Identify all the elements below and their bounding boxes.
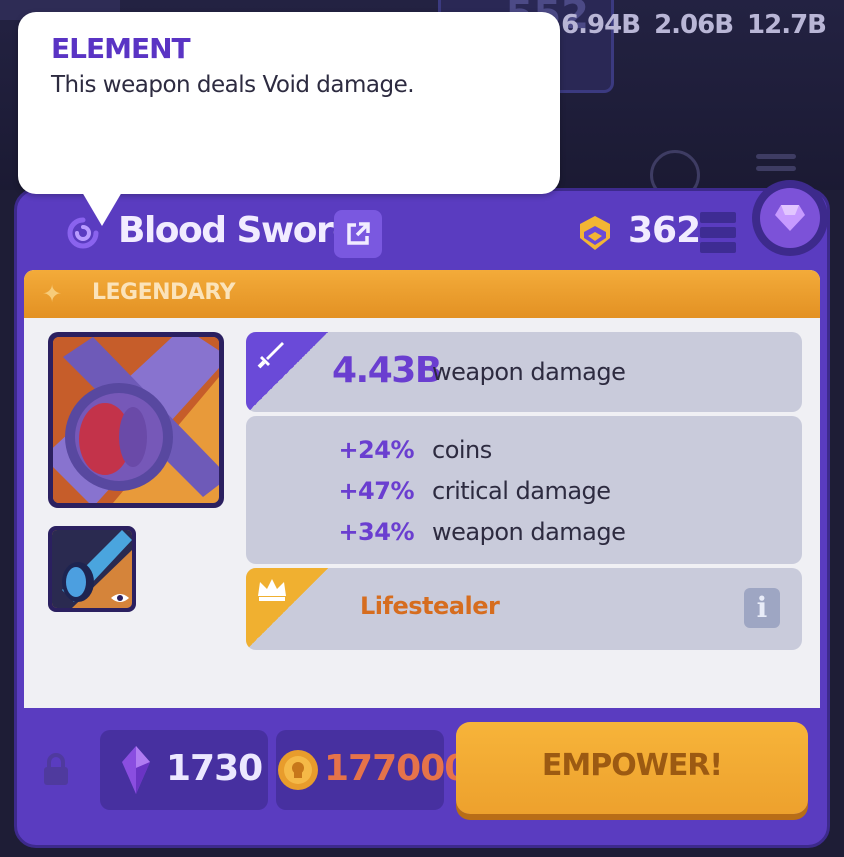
perk-name: Lifestealer: [360, 592, 500, 620]
crown-icon: [258, 579, 286, 601]
perk-box: Lifestealer i: [246, 568, 802, 650]
modifier-label: coins: [432, 436, 492, 464]
eye-icon: [111, 594, 129, 602]
top-stat-3: 12.7B: [747, 10, 827, 40]
info-icon[interactable]: i: [744, 588, 780, 628]
coin-cost: 177000: [276, 730, 469, 810]
modifiers-box: +24% coins +47% critical damage +34% wea…: [246, 416, 802, 564]
weapon-image[interactable]: [48, 332, 224, 508]
modifier-value: +34%: [338, 518, 414, 546]
weapon-skin-thumbnail[interactable]: [48, 526, 136, 612]
rarity-banner: ✦ LEGENDARY: [24, 270, 820, 318]
element-tooltip: ELEMENT This weapon deals Void damage.: [18, 12, 560, 226]
power-shield-icon: [578, 214, 612, 252]
empower-button[interactable]: EMPOWER!: [456, 722, 808, 814]
modifier-row: +47% critical damage: [246, 473, 802, 513]
rarity-label: LEGENDARY: [92, 280, 236, 305]
external-link-icon: [347, 222, 370, 245]
damage-label: weapon damage: [432, 358, 626, 386]
tooltip-text: This weapon deals Void damage.: [51, 72, 415, 98]
gem-icon: [775, 205, 805, 231]
gold-coin-icon: [278, 750, 318, 790]
weapon-power: 362: [628, 210, 701, 251]
coin-cost-value: 177000: [324, 748, 469, 789]
modifier-value: +47%: [338, 477, 414, 505]
gem-cost: 1730: [100, 730, 268, 810]
stack-icon: [700, 212, 736, 254]
lock-icon[interactable]: [42, 752, 70, 786]
modifier-label: critical damage: [432, 477, 611, 505]
top-stat-2: 2.06B: [654, 10, 734, 40]
sword-icon: [257, 342, 284, 369]
modifier-value: +24%: [338, 436, 414, 464]
top-stats: 6.94B 2.06B 12.7B: [561, 10, 827, 40]
sparkle-icon: ✦: [42, 280, 63, 308]
modifier-row: +34% weapon damage: [246, 514, 802, 554]
weapon-details: ✦ LEGENDARY 4.43B weapon damage +24% coi…: [24, 270, 820, 708]
gem-button[interactable]: [752, 180, 828, 256]
empower-button-label: EMPOWER!: [541, 748, 723, 783]
damage-value: 4.43B: [332, 350, 442, 391]
gem-cost-value: 1730: [166, 748, 263, 789]
damage-box: 4.43B weapon damage: [246, 332, 802, 412]
share-button[interactable]: [334, 210, 382, 258]
purple-gem-icon: [122, 746, 150, 794]
top-stat-1: 6.94B: [561, 10, 641, 40]
tooltip-title: ELEMENT: [51, 32, 191, 65]
weapon-name: Blood Sword: [118, 210, 358, 251]
modifier-label: weapon damage: [432, 518, 626, 546]
modifier-row: +24% coins: [246, 432, 802, 472]
